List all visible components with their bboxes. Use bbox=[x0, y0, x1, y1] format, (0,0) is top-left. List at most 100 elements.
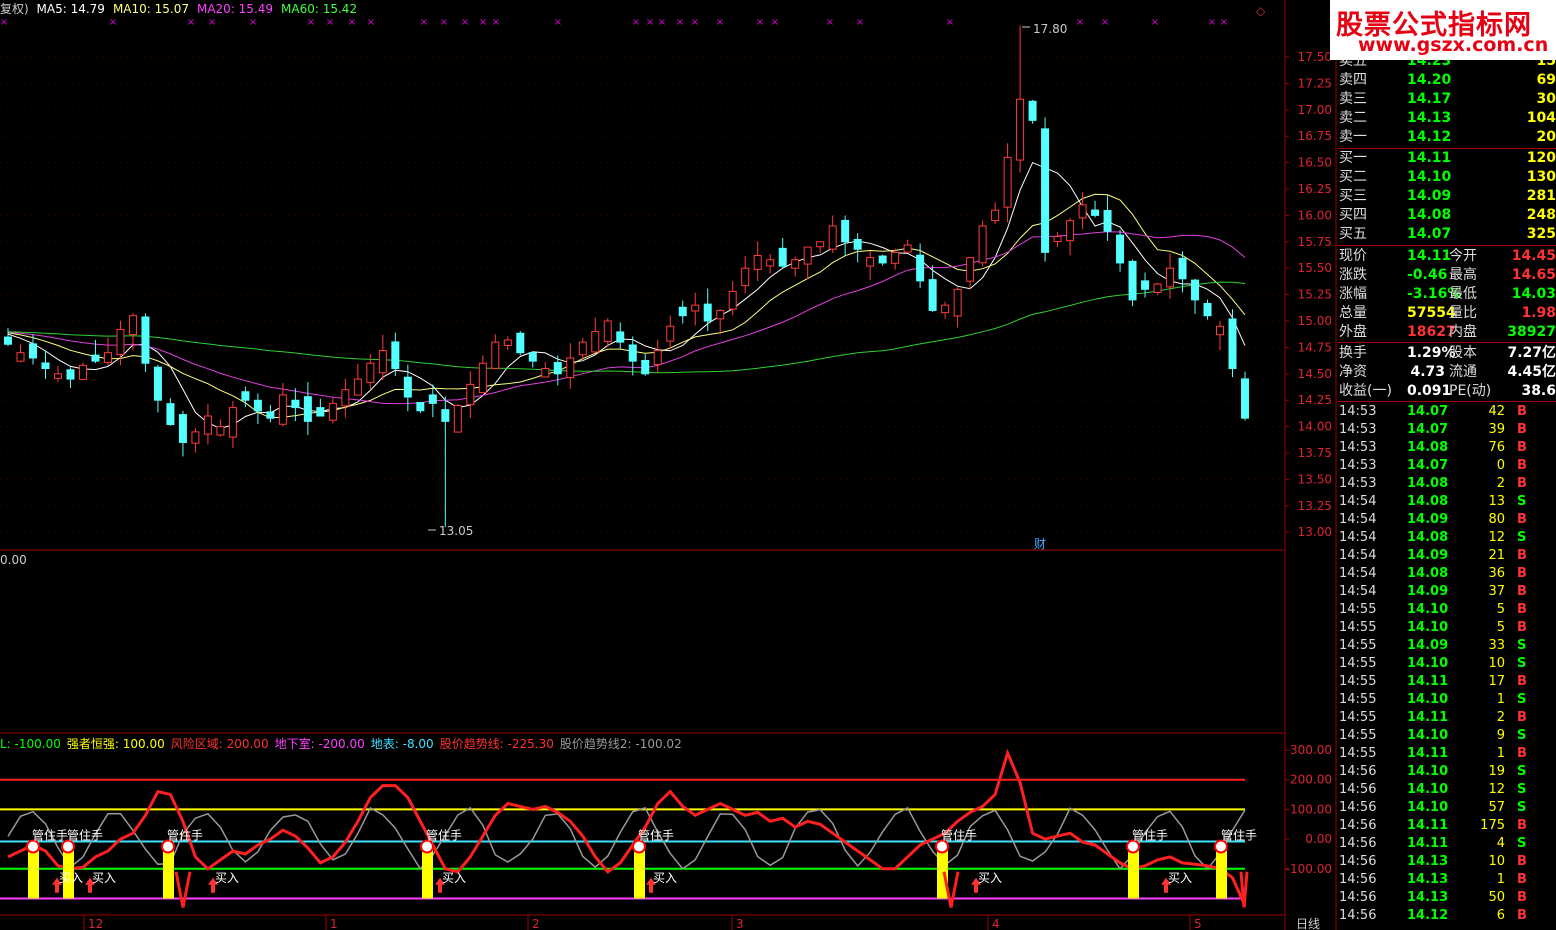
candle-up bbox=[803, 246, 812, 265]
price-tick-label: 14.75 bbox=[1298, 340, 1332, 354]
bid-row[interactable]: 买一 14.11 120 bbox=[1337, 149, 1556, 168]
order-volume: 104 bbox=[1526, 110, 1556, 126]
price-tick-label: 16.75 bbox=[1298, 129, 1332, 143]
ask-row[interactable]: 卖三 14.17 30 bbox=[1337, 90, 1556, 109]
quote-row: 外盘 18627 内盘 38927 bbox=[1337, 323, 1556, 342]
tick-time: 14:54 bbox=[1339, 566, 1377, 581]
candle-down bbox=[841, 219, 850, 243]
signal-x-marker: × bbox=[658, 17, 666, 28]
quote-key: 内盘 bbox=[1449, 324, 1477, 340]
tick-time: 14:56 bbox=[1339, 890, 1377, 905]
tick-volume: 9 bbox=[1496, 728, 1505, 743]
tick-time: 14:55 bbox=[1339, 656, 1377, 671]
tick-price: 14.08 bbox=[1407, 494, 1449, 509]
candle-up bbox=[716, 309, 725, 320]
tick-time: 14:55 bbox=[1339, 692, 1377, 707]
candle-up bbox=[941, 304, 950, 314]
ask-row[interactable]: 卖一 14.12 20 bbox=[1337, 128, 1556, 147]
candle-down bbox=[553, 362, 562, 375]
candle-up bbox=[1216, 325, 1225, 336]
order-volume: 120 bbox=[1526, 150, 1556, 166]
candle-down bbox=[878, 255, 887, 264]
quote-value: 57554 bbox=[1407, 305, 1456, 321]
date-tick-label: 1 bbox=[330, 917, 338, 930]
price-gridlines bbox=[0, 56, 1285, 533]
tick-row: 14:56 14.10 12 S bbox=[1337, 781, 1556, 799]
bid-row[interactable]: 买三 14.09 281 bbox=[1337, 187, 1556, 206]
candle-up bbox=[828, 225, 837, 250]
tick-volume: 76 bbox=[1488, 440, 1505, 455]
stock-chart-area[interactable]: × × × × × × × × × × × × × × × × × × × × × × × × × × × × × × × 17.5017.… bbox=[0, 0, 1337, 930]
candle-up bbox=[991, 209, 1000, 222]
tick-row: 14:56 14.11 4 S bbox=[1337, 835, 1556, 853]
period-tab[interactable]: 日线 bbox=[1296, 917, 1320, 930]
financial-report-icon[interactable]: 财 bbox=[1034, 537, 1046, 551]
guan-label: 管住手 bbox=[426, 827, 462, 842]
candle-down bbox=[1028, 100, 1037, 121]
tick-side: B bbox=[1517, 458, 1527, 473]
signal-x-marker: × bbox=[554, 17, 562, 28]
order-price: 14.20 bbox=[1407, 72, 1452, 88]
bid-row[interactable]: 买五 14.07 325 bbox=[1337, 225, 1556, 244]
indicator-tick-label: 300.00 bbox=[1290, 743, 1332, 757]
fundamental-key: 股本 bbox=[1449, 345, 1477, 361]
buy-label: 买入 bbox=[653, 871, 677, 885]
candle-down bbox=[4, 336, 12, 345]
ma-label-2: MA20: 15.49 bbox=[196, 2, 274, 16]
order-price: 14.08 bbox=[1407, 207, 1452, 223]
sell-spike bbox=[942, 871, 960, 908]
tick-side: B bbox=[1517, 476, 1527, 491]
candle-up bbox=[341, 389, 350, 407]
tick-volume: 6 bbox=[1496, 908, 1505, 923]
signal-x-marker: × bbox=[1208, 17, 1216, 28]
candle-up bbox=[966, 257, 975, 282]
high-low-labels: 17.80 13.05 财 bbox=[428, 22, 1067, 551]
tick-time: 14:54 bbox=[1339, 530, 1377, 545]
tick-volume: 19 bbox=[1488, 764, 1505, 779]
tick-time: 14:55 bbox=[1339, 674, 1377, 689]
signal-x-marker: × bbox=[771, 17, 779, 28]
bid-row[interactable]: 买二 14.10 130 bbox=[1337, 168, 1556, 187]
fundamental-key: 收益(一) bbox=[1339, 383, 1392, 399]
order-volume: 248 bbox=[1526, 207, 1556, 223]
quote-value: 18627 bbox=[1407, 324, 1456, 340]
buy-label: 买入 bbox=[59, 871, 83, 885]
candle-down bbox=[1203, 302, 1212, 317]
ask-row[interactable]: 卖四 14.20 69 bbox=[1337, 71, 1556, 90]
candle-down bbox=[628, 344, 637, 362]
candle-up bbox=[466, 383, 475, 406]
bid-row[interactable]: 买四 14.08 248 bbox=[1337, 206, 1556, 225]
ask-row[interactable]: 卖二 14.13 104 bbox=[1337, 109, 1556, 128]
candle-up bbox=[366, 362, 375, 383]
candle-up bbox=[1053, 236, 1062, 243]
candle-down bbox=[1091, 209, 1100, 216]
tick-side: S bbox=[1517, 494, 1527, 509]
price-tick-label: 13.50 bbox=[1298, 472, 1332, 486]
order-volume: 281 bbox=[1526, 188, 1556, 204]
tick-time: 14:53 bbox=[1339, 440, 1377, 455]
adjust-label[interactable]: 复权) bbox=[0, 2, 29, 16]
order-volume: 130 bbox=[1526, 169, 1556, 185]
tick-volume: 21 bbox=[1488, 548, 1505, 563]
price-tick-label: 14.00 bbox=[1298, 420, 1332, 434]
guan-label: 管住手 bbox=[167, 827, 203, 842]
main-chart-title-bar: 复权) MA5: 14.79 MA10: 15.07 MA20: 15.49 MA60… bbox=[0, 0, 373, 20]
price-tick-label: 14.25 bbox=[1298, 393, 1332, 407]
tick-volume: 1 bbox=[1496, 872, 1505, 887]
price-axis: 17.50 17.25 17.00 16.75 16.50 16.25 16.00 15.75… bbox=[1285, 50, 1332, 539]
order-level-name: 卖四 bbox=[1339, 72, 1367, 88]
candle-up bbox=[53, 373, 62, 379]
fundamental-value: 4.73 bbox=[1410, 364, 1445, 380]
diamond-icon[interactable]: ◇ bbox=[1256, 4, 1265, 18]
fundamental-key: 换手 bbox=[1339, 345, 1367, 361]
tick-volume: 10 bbox=[1488, 854, 1505, 869]
tick-row: 14:55 14.11 2 B bbox=[1337, 709, 1556, 727]
candle-up bbox=[503, 339, 512, 346]
signal-x-marker: × bbox=[946, 17, 954, 28]
ma5-line bbox=[7, 161, 1246, 429]
ma-label-3: MA60: 15.42 bbox=[281, 2, 358, 16]
tick-row: 14:55 14.09 33 S bbox=[1337, 637, 1556, 655]
candle-up bbox=[653, 350, 662, 366]
order-level-name: 卖一 bbox=[1339, 129, 1367, 145]
candle-down bbox=[178, 414, 187, 443]
